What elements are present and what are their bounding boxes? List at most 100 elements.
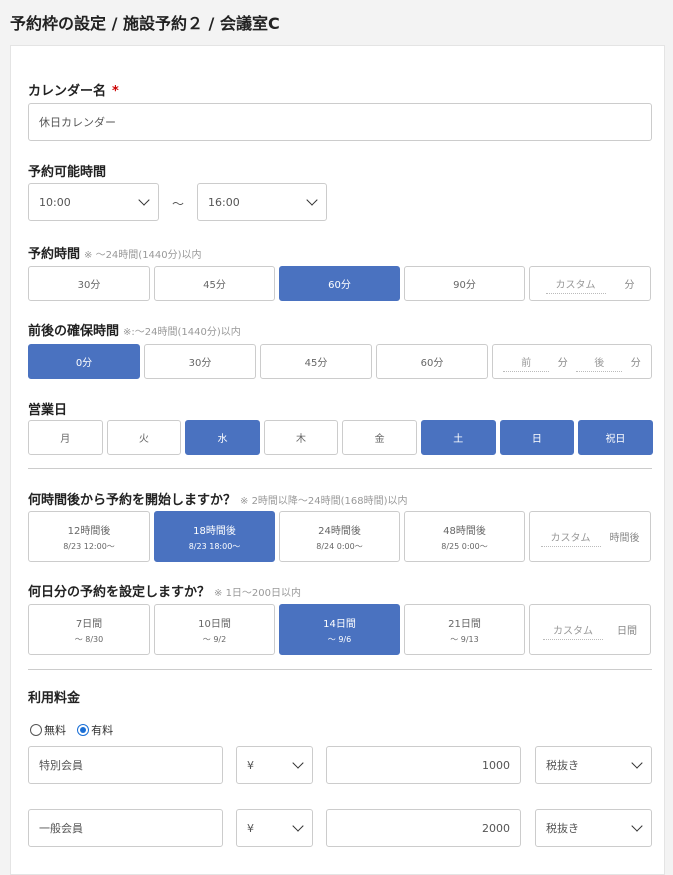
duration-custom-input[interactable]: カスタム 分 xyxy=(529,266,651,301)
radio-label: 無料 xyxy=(44,724,66,737)
days-ahead-custom-input[interactable]: カスタム 日間 xyxy=(529,604,651,655)
available-time-label: 予約可能時間 xyxy=(28,165,107,180)
page-title: 予約枠の設定 / 施設予約２ / 会議室C xyxy=(10,14,280,33)
days-ahead-option-date: ～ 9/13 xyxy=(450,634,479,644)
label-text: 何日分の予約を設定しますか？ xyxy=(28,585,211,600)
amount-input[interactable]: 1000 xyxy=(326,746,521,784)
buffer-option-button[interactable]: 60分 xyxy=(376,344,488,379)
buffer-option-button[interactable]: 0分 xyxy=(28,344,140,379)
days-ahead-option-date: ～ 9/6 xyxy=(327,634,352,644)
duration-option-button[interactable]: 60分 xyxy=(279,266,400,301)
business-day-toggle[interactable]: 火 xyxy=(106,420,182,455)
custom-field[interactable]: カスタム xyxy=(545,274,606,294)
custom-field[interactable]: カスタム xyxy=(543,620,603,640)
days-ahead-option-label: 10日間 xyxy=(198,618,231,630)
currency-select[interactable]: ¥ xyxy=(236,809,313,847)
days-ahead-option-button[interactable]: 10日間 ～ 9/2 xyxy=(154,604,275,655)
custom-field[interactable]: 後 xyxy=(576,352,623,372)
radio-label: 有料 xyxy=(91,724,114,737)
business-day-toggle[interactable]: 木 xyxy=(263,420,339,455)
start-after-option-button[interactable]: 18時間後 8/23 18:00～ xyxy=(154,511,275,562)
tax-select[interactable]: 税抜き xyxy=(535,809,652,847)
custom-field[interactable]: カスタム xyxy=(540,527,601,547)
buffer-option-button[interactable]: 45分 xyxy=(260,344,372,379)
duration-option-button[interactable]: 90分 xyxy=(404,266,525,301)
duration-note: ※ ～24時間(1440分)以内 xyxy=(84,250,202,261)
business-day-toggle[interactable]: 水 xyxy=(185,420,260,455)
end-time-select[interactable]: 16:00 xyxy=(197,183,327,221)
radio-circle[interactable] xyxy=(77,724,90,736)
days-ahead-note: ※ 1日～200日以内 xyxy=(214,588,302,599)
calendar-name-input[interactable]: 休日カレンダー xyxy=(28,103,652,141)
start-after-option-date: 8/24 0:00～ xyxy=(316,541,363,551)
start-after-custom-input[interactable]: カスタム 時間後 xyxy=(529,511,651,562)
radio-circle[interactable] xyxy=(30,724,42,736)
days-ahead-option-label: 21日間 xyxy=(448,618,481,630)
label-text: 予約時間 xyxy=(28,247,81,262)
chevron-down-icon xyxy=(292,757,304,769)
chevron-down-icon xyxy=(631,757,643,769)
business-day-toggle[interactable]: 月 xyxy=(28,420,103,455)
start-after-option-label: 12時間後 xyxy=(67,525,111,537)
start-after-option-label: 48時間後 xyxy=(443,525,486,537)
chevron-down-icon xyxy=(138,194,150,206)
days-ahead-option-label: 14日間 xyxy=(323,618,356,630)
chevron-down-icon xyxy=(306,194,318,206)
unit-label: 分 xyxy=(630,358,641,369)
amount-input[interactable]: 2000 xyxy=(326,809,521,847)
fee-label: 利用料金 xyxy=(28,691,81,706)
unit-label: 日間 xyxy=(617,626,637,637)
start-time-value: 10:00 xyxy=(39,195,71,209)
buffer-custom-input[interactable]: 前分後分 xyxy=(492,344,652,379)
buffer-note: ※:～24時間(1440分)以内 xyxy=(123,327,241,338)
start-after-option-button[interactable]: 24時間後 8/24 0:00～ xyxy=(279,511,400,562)
label-text: 何時間後から予約を開始しますか？ xyxy=(28,493,237,508)
currency-value: ¥ xyxy=(247,821,254,835)
radio-paid[interactable]: 有料 xyxy=(77,722,113,738)
radio-free[interactable]: 無料 xyxy=(30,722,66,738)
business-days-label: 営業日 xyxy=(28,403,68,418)
start-after-option-label: 24時間後 xyxy=(318,525,361,537)
buffer-option-button[interactable]: 30分 xyxy=(144,344,256,379)
fee-type-radios: 無料 有料 xyxy=(30,721,119,740)
start-time-select[interactable]: 10:00 xyxy=(28,183,159,221)
currency-value: ¥ xyxy=(247,758,254,772)
duration-option-button[interactable]: 45分 xyxy=(154,266,275,301)
label-text: 前後の確保時間 xyxy=(28,324,120,339)
business-day-toggle[interactable]: 日 xyxy=(499,420,575,455)
member-type-input[interactable]: 一般会員 xyxy=(28,809,223,847)
currency-select[interactable]: ¥ xyxy=(236,746,313,784)
unit-label: 分 xyxy=(557,358,568,369)
custom-field[interactable]: 前 xyxy=(503,352,550,372)
chevron-down-icon xyxy=(631,820,643,832)
start-after-option-button[interactable]: 48時間後 8/25 0:00～ xyxy=(404,511,525,562)
start-after-note: ※ 2時間以降～24時間(168時間)以内 xyxy=(240,496,408,507)
start-after-option-button[interactable]: 12時間後 8/23 12:00～ xyxy=(28,511,150,562)
calendar-name-label: カレンダー名 * xyxy=(28,80,119,99)
days-ahead-option-button[interactable]: 14日間 ～ 9/6 xyxy=(279,604,400,655)
start-after-option-date: 8/23 18:00～ xyxy=(188,541,241,551)
divider xyxy=(28,468,652,469)
tax-select[interactable]: 税抜き xyxy=(535,746,652,784)
label-text: カレンダー名 xyxy=(28,84,107,99)
end-time-value: 16:00 xyxy=(208,195,240,209)
start-after-option-date: 8/25 0:00～ xyxy=(441,541,488,551)
days-ahead-option-button[interactable]: 21日間 ～ 9/13 xyxy=(404,604,525,655)
business-day-toggle[interactable]: 祝日 xyxy=(578,420,653,455)
business-day-toggle[interactable]: 金 xyxy=(342,420,417,455)
unit-label: 分 xyxy=(624,280,635,291)
buffer-label: 前後の確保時間 ※:～24時間(1440分)以内 xyxy=(28,320,241,339)
business-day-toggle[interactable]: 土 xyxy=(421,420,496,455)
days-ahead-option-label: 7日間 xyxy=(75,618,103,630)
days-ahead-option-button[interactable]: 7日間 ～ 8/30 xyxy=(28,604,150,655)
divider xyxy=(28,669,652,670)
duration-option-button[interactable]: 30分 xyxy=(28,266,150,301)
chevron-down-icon xyxy=(292,820,304,832)
days-ahead-label: 何日分の予約を設定しますか？ ※ 1日～200日以内 xyxy=(28,581,301,600)
unit-label: 時間後 xyxy=(609,533,640,544)
member-type-input[interactable]: 特別会員 xyxy=(28,746,223,784)
start-after-option-label: 18時間後 xyxy=(193,525,236,537)
days-ahead-option-date: ～ 8/30 xyxy=(74,634,104,644)
required-mark: * xyxy=(112,84,119,99)
tax-value: 税抜き xyxy=(546,759,579,772)
